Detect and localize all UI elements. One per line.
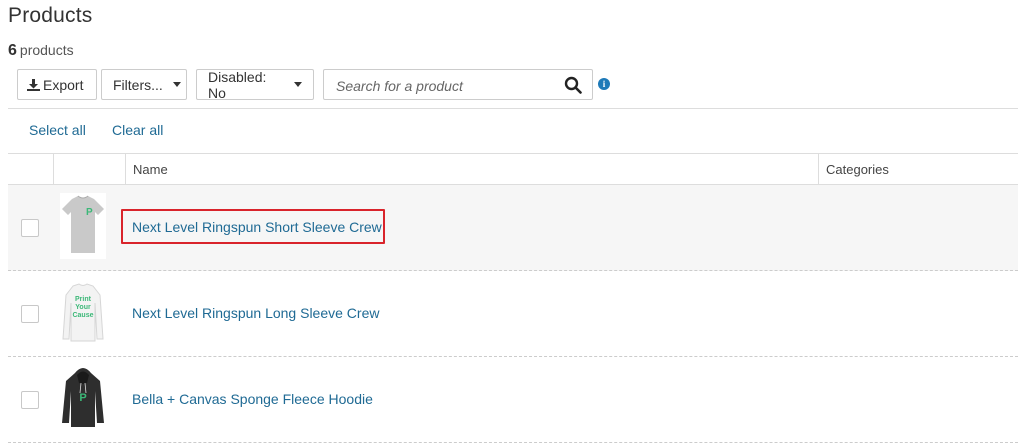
search-input[interactable] bbox=[334, 76, 558, 96]
highlight-box bbox=[121, 209, 385, 244]
table-header: Name Categories bbox=[8, 153, 1018, 185]
search-icon[interactable] bbox=[564, 76, 582, 99]
table-row[interactable]: P Next Level Ringspun Short Sleeve Crew bbox=[8, 185, 1018, 271]
select-all-link[interactable]: Select all bbox=[29, 122, 86, 138]
table-row[interactable]: P Bella + Canvas Sponge Fleece Hoodie bbox=[8, 357, 1018, 443]
column-divider bbox=[53, 154, 54, 184]
disabled-filter-label: Disabled: No bbox=[208, 68, 267, 101]
svg-text:P: P bbox=[79, 392, 86, 404]
search-box bbox=[323, 69, 593, 100]
product-thumbnail-hoodie: P bbox=[60, 365, 106, 431]
download-icon bbox=[27, 78, 40, 91]
divider bbox=[8, 108, 1018, 109]
disabled-filter-dropdown[interactable]: Disabled: No bbox=[196, 68, 314, 101]
product-link[interactable]: Next Level Ringspun Long Sleeve Crew bbox=[132, 305, 379, 321]
thumb-text-line: Cause bbox=[72, 312, 93, 319]
filters-dropdown[interactable]: Filters... bbox=[101, 69, 187, 100]
column-header-categories[interactable]: Categories bbox=[826, 162, 889, 177]
product-thumbnail-longsleeve: Print Your Cause bbox=[60, 281, 106, 347]
filters-label: Filters... bbox=[113, 76, 163, 93]
column-header-name[interactable]: Name bbox=[133, 162, 168, 177]
export-button[interactable]: Export bbox=[17, 69, 97, 100]
clear-all-link[interactable]: Clear all bbox=[112, 122, 163, 138]
page-title: Products bbox=[8, 4, 93, 27]
product-count: 6 products bbox=[8, 42, 74, 60]
row-checkbox[interactable] bbox=[21, 305, 39, 323]
row-checkbox[interactable] bbox=[21, 391, 39, 409]
product-thumbnail-tshirt: P bbox=[60, 193, 106, 259]
product-count-label: products bbox=[19, 42, 74, 58]
chevron-down-icon bbox=[294, 82, 302, 87]
column-divider bbox=[125, 154, 126, 184]
info-icon[interactable]: i bbox=[598, 78, 610, 90]
table-row[interactable]: Print Your Cause Next Level Ringspun Lon… bbox=[8, 271, 1018, 357]
product-count-number: 6 bbox=[8, 42, 17, 59]
column-divider bbox=[818, 154, 819, 184]
chevron-down-icon bbox=[172, 82, 181, 87]
thumb-text-line: Print bbox=[75, 296, 92, 303]
product-link[interactable]: Bella + Canvas Sponge Fleece Hoodie bbox=[132, 391, 373, 407]
export-label: Export bbox=[43, 76, 84, 93]
row-checkbox[interactable] bbox=[21, 219, 39, 237]
svg-text:P: P bbox=[86, 207, 93, 218]
thumb-text-line: Your bbox=[75, 304, 91, 311]
